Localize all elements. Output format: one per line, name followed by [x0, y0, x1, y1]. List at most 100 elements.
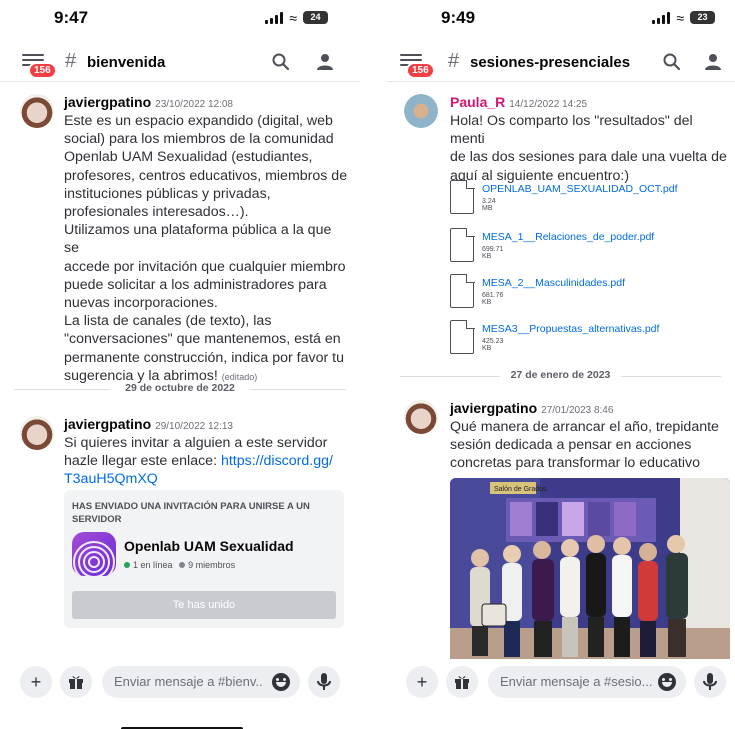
right-screen: 9:49 ≈ 23 156 # sesiones-presenciales Pa…: [386, 0, 735, 729]
file-icon: [450, 319, 475, 354]
file-size: 681.76 KB: [482, 292, 504, 306]
joined-button[interactable]: Te has unido: [72, 591, 336, 619]
author[interactable]: Paula_R 14/12/2022 14:25: [450, 94, 587, 110]
file-icon: [450, 179, 475, 214]
status-bar: 9:49 ≈ 23: [386, 8, 735, 32]
hashtag-icon: #: [65, 50, 77, 72]
timestamp: 27/01/2023 8:46: [541, 405, 614, 416]
photo-sign: Salón de Grados: [494, 486, 547, 493]
message-body: Qué manera de arrancar el año, trepidant…: [450, 418, 731, 473]
online-count: 1 en línea: [133, 560, 173, 570]
battery-icon: 23: [690, 11, 715, 24]
gift-icon[interactable]: [60, 666, 92, 698]
emoji-icon[interactable]: [658, 673, 676, 691]
date-divider-label: 27 de enero de 2023: [510, 369, 611, 381]
signal-icon: [265, 11, 284, 24]
file-size: 425.23 KB: [482, 338, 504, 352]
file-size: 699.71 KB: [482, 246, 504, 260]
status-bar: 9:47 ≈ 24: [0, 8, 360, 32]
author[interactable]: javiergpatino 27/01/2023 8:46: [450, 400, 613, 416]
message-body: Hola! Os comparto los "resultados" del m…: [450, 112, 731, 185]
members-icon[interactable]: [315, 52, 335, 72]
message-text: hazle llegar este enlace:: [64, 453, 221, 470]
add-attachment-button[interactable]: +: [406, 666, 438, 698]
author[interactable]: javiergpatino 29/10/2022 12:13: [64, 416, 233, 432]
edited-label: (editado): [221, 371, 258, 382]
member-dot-icon: [179, 562, 186, 568]
add-attachment-button[interactable]: +: [20, 666, 52, 698]
file-name[interactable]: MESA_1__Relaciones_de_poder.pdf: [482, 231, 654, 243]
file-name[interactable]: OPENLAB_UAM_SEXUALIDAD_OCT.pdf: [482, 183, 678, 195]
image-attachment[interactable]: Salón de Grados: [450, 478, 730, 659]
gift-icon[interactable]: [446, 666, 478, 698]
message-line: T3auH5QmXQ: [64, 470, 348, 488]
server-icon[interactable]: [72, 532, 116, 576]
date-divider: 27 de enero de 2023: [400, 369, 721, 383]
members-icon[interactable]: [703, 52, 723, 72]
message-feed[interactable]: Paula_R 14/12/2022 14:25 Hola! Os compart…: [386, 86, 735, 659]
timestamp: 14/12/2022 14:25: [509, 99, 588, 110]
message-line: profesionales interesados…).: [64, 204, 249, 221]
message-line: Openlab UAM Sexualidad (estudiantes,: [64, 149, 313, 166]
member-count: 9 miembros: [188, 560, 236, 570]
message: javiergpatino 27/01/2023 8:46 Qué manera …: [386, 400, 735, 480]
author[interactable]: javiergpatino 23/10/2022 12:08: [64, 94, 233, 110]
message-line: social) para los miembros de la comunida…: [64, 131, 334, 148]
avatar[interactable]: [404, 400, 438, 434]
search-icon[interactable]: [663, 53, 681, 71]
unread-badge: 156: [28, 62, 57, 79]
file-name[interactable]: MESA_2__Masculinidades.pdf: [482, 277, 625, 289]
invite-title: HAS ENVIADO UNA INVITACIÓN PARA UNIRSE A…: [72, 501, 310, 525]
date-divider: 29 de octubre de 2022: [14, 382, 346, 396]
file-icon: [450, 227, 475, 262]
message-input[interactable]: Enviar mensaje a #bienv..: [102, 666, 300, 698]
battery-icon: 24: [303, 11, 328, 24]
online-dot-icon: [124, 562, 130, 568]
date-divider-label: 29 de octubre de 2022: [125, 382, 235, 394]
message-line: Si quieres invitar a alguien a este serv…: [64, 435, 328, 451]
server-invite-card: HAS ENVIADO UNA INVITACIÓN PARA UNIRSE A…: [64, 490, 344, 628]
message-line: La lista de canales (de texto), las: [64, 313, 272, 330]
signal-icon: [652, 11, 671, 24]
left-screen: 9:47 ≈ 24 156 # bienvenida javiergpatino…: [0, 0, 360, 729]
message-line: concretas para transformar lo educativo: [450, 455, 700, 472]
clock: 9:47: [54, 8, 89, 27]
channel-list-button[interactable]: 156: [400, 54, 435, 79]
message-feed[interactable]: javiergpatino 23/10/2022 12:08 Este es un…: [0, 86, 360, 659]
avatar[interactable]: [20, 416, 54, 450]
avatar[interactable]: [20, 94, 54, 128]
channel-header: 156 # sesiones-presenciales: [386, 46, 735, 82]
file-name[interactable]: MESA3__Propuestas_alternativas.pdf: [482, 323, 659, 335]
server-stats: 1 en línea 9 miembros: [124, 560, 235, 570]
search-icon[interactable]: [272, 53, 290, 71]
message: javiergpatino 29/10/2022 12:13 Si quieres…: [0, 416, 360, 487]
message-line: permanente construcción, indica por favo…: [64, 349, 344, 366]
message-input-placeholder: Enviar mensaje a #sesio...: [500, 674, 653, 689]
hashtag-icon: #: [448, 50, 460, 72]
message-body: Si quieres invitar a alguien a este serv…: [64, 434, 348, 489]
author-name[interactable]: javiergpatino: [64, 416, 151, 432]
avatar[interactable]: [404, 94, 438, 128]
status-icons: ≈ 24: [265, 9, 328, 26]
microphone-icon[interactable]: [308, 666, 340, 698]
channel-list-button[interactable]: 156: [22, 54, 57, 79]
message-line: nuevas incorporaciones.: [64, 295, 218, 312]
message-input[interactable]: Enviar mensaje a #sesio...: [488, 666, 686, 698]
author-name[interactable]: javiergpatino: [64, 94, 151, 110]
message-line: instituciones públicas y privadas,: [64, 185, 271, 202]
message-line: puede solicitar a los administradores pa…: [64, 276, 327, 293]
author-name[interactable]: javiergpatino: [450, 400, 537, 416]
wifi-icon: ≈: [289, 9, 297, 26]
emoji-icon[interactable]: [272, 673, 290, 691]
file-icon: [450, 273, 475, 308]
message: Paula_R 14/12/2022 14:25 Hola! Os compart…: [386, 94, 735, 356]
author-name[interactable]: Paula_R: [450, 94, 505, 110]
message-line: de las dos sesiones para dale una vuelta…: [450, 149, 727, 166]
invite-link[interactable]: https://discord.gg/: [221, 453, 333, 469]
message-line: hazle llegar este enlace: https://discor…: [64, 452, 348, 470]
message-line: "conversaciones" que mantenemos, está en: [64, 331, 341, 348]
channel-title: bienvenida: [87, 54, 166, 71]
invite-link-continued[interactable]: T3auH5QmXQ: [64, 471, 158, 487]
message-composer: + Enviar mensaje a #bienv..: [0, 660, 360, 710]
microphone-icon[interactable]: [694, 666, 726, 698]
